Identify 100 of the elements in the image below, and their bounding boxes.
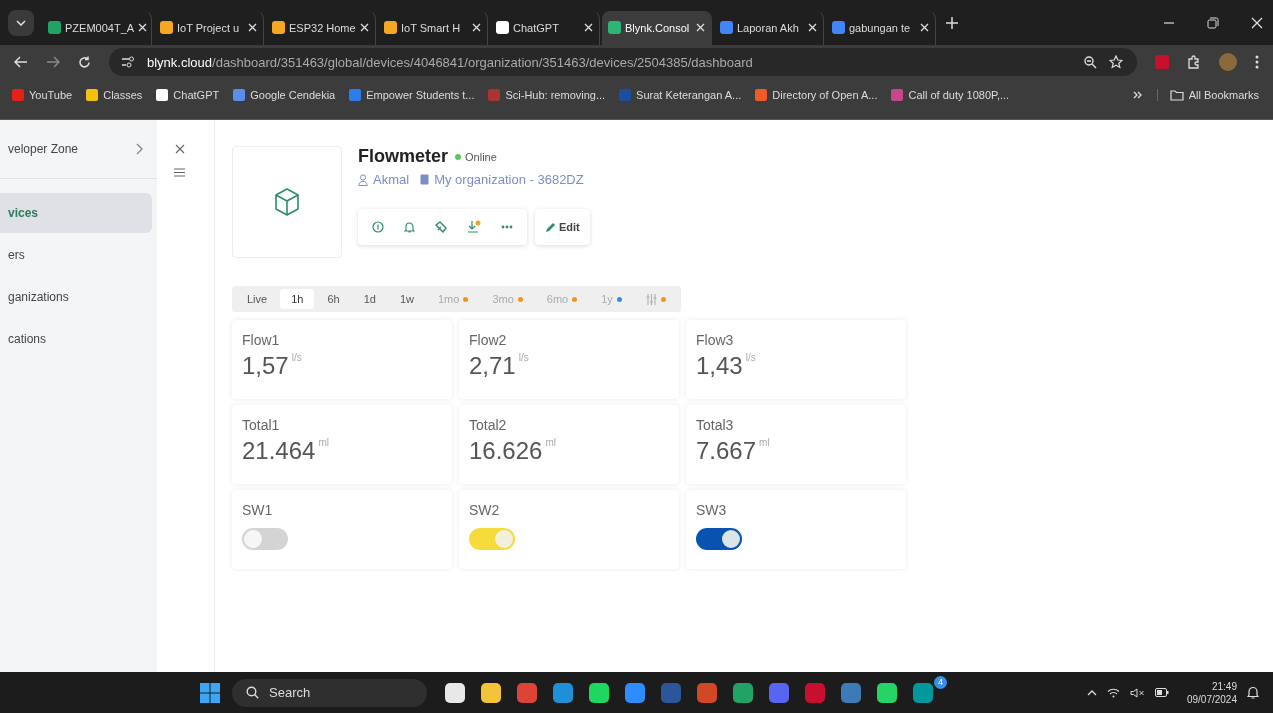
sidebar-item[interactable]: ganizations xyxy=(0,277,152,317)
browser-tab[interactable]: gabungan te xyxy=(826,10,936,45)
favicon-icon xyxy=(608,21,621,34)
bookmark[interactable]: Call of duty 1080P,... xyxy=(891,89,1010,101)
menu-icon[interactable] xyxy=(1255,55,1259,69)
puzzle-icon[interactable] xyxy=(1187,55,1201,69)
favicon-icon xyxy=(160,21,173,34)
toggle-switch[interactable] xyxy=(469,528,515,550)
widget-value: 21.464 xyxy=(242,437,316,465)
start-icon[interactable] xyxy=(200,682,220,703)
taskbar-app-icon[interactable] xyxy=(877,682,897,703)
close-icon[interactable] xyxy=(174,144,185,154)
sidebar-item[interactable]: ers xyxy=(0,235,152,275)
time-range-tab[interactable]: 6h xyxy=(316,289,351,309)
taskbar-app-icon[interactable] xyxy=(589,682,609,703)
widget-label: Flow1 xyxy=(242,332,280,348)
unit-label: l/s xyxy=(518,352,529,363)
bookmark-icon xyxy=(156,89,169,101)
menu-icon[interactable] xyxy=(174,168,185,177)
favicon-icon xyxy=(272,21,285,34)
bookmark[interactable]: Classes xyxy=(86,89,143,101)
browser-tab[interactable]: PZEM004T_A xyxy=(42,10,152,45)
bookmark-icon xyxy=(349,89,362,101)
time-range-tab[interactable]: 1d xyxy=(352,289,387,309)
notification-bell-icon[interactable] xyxy=(1247,686,1259,699)
search-field[interactable]: Search xyxy=(232,678,427,707)
url-text: blynk.cloud/dashboard/351463/global/devices/4046841/organization/351463/devices/2504385/dashboard xyxy=(147,54,754,70)
tab-search-button[interactable] xyxy=(8,9,34,36)
sidebar-item[interactable]: vices xyxy=(0,193,152,233)
bookmark-icon xyxy=(86,89,99,101)
taskbar-app-icon[interactable] xyxy=(481,682,501,703)
bookmark[interactable]: ChatGPT xyxy=(156,89,220,101)
bookmark-icon xyxy=(12,89,24,101)
sidebar-item[interactable]: cations xyxy=(0,319,152,359)
status-text: Online xyxy=(465,150,497,163)
widget-value: 7.667 xyxy=(696,437,757,465)
unit-label: ml xyxy=(759,437,770,448)
bookmark[interactable]: YouTube xyxy=(12,89,73,101)
search-icon xyxy=(246,686,259,699)
bookmark-icon xyxy=(755,89,768,101)
caret-icon xyxy=(16,19,26,26)
clock-time: 21:49 xyxy=(1211,679,1237,693)
sidebar-section[interactable]: veloper Zone xyxy=(0,142,157,179)
favicon-icon xyxy=(720,21,733,34)
muted-speaker-icon[interactable] xyxy=(1129,687,1145,698)
back-icon[interactable] xyxy=(14,56,28,68)
person-icon xyxy=(358,173,368,186)
widget-label: Flow3 xyxy=(696,332,734,348)
browser-tab[interactable]: IoT Smart H xyxy=(378,10,488,45)
device-title: Flowmeter xyxy=(358,146,449,167)
wifi-icon[interactable] xyxy=(1106,687,1120,698)
taskbar-app-icon[interactable] xyxy=(445,682,465,703)
browser-tab[interactable]: ChatGPT xyxy=(490,10,600,45)
zoom-icon[interactable] xyxy=(1084,55,1097,69)
all-bookmarks-button[interactable]: All Bookmarks xyxy=(1156,89,1259,101)
widget-value: 2,71 xyxy=(469,352,516,380)
chevron-right-icon xyxy=(136,143,143,155)
chevron-up-icon[interactable] xyxy=(1086,689,1097,696)
info-icon[interactable] xyxy=(372,221,384,233)
unit-label: ml xyxy=(545,437,556,448)
site-settings-icon[interactable] xyxy=(121,56,135,68)
reload-icon[interactable] xyxy=(78,55,91,69)
bookmark[interactable]: Directory of Open A... xyxy=(755,89,878,101)
bookmark-icon xyxy=(619,89,632,101)
address-bar[interactable]: blynk.cloud/dashboard/351463/global/devices/4046841/organization/351463/devices/2504385/dashboard xyxy=(109,48,1137,76)
bookmark[interactable]: Sci-Hub: removing... xyxy=(488,89,606,101)
unit-label: l/s xyxy=(291,352,302,363)
browser-tab[interactable]: IoT Project u xyxy=(154,10,264,45)
restore-icon[interactable] xyxy=(1207,16,1219,29)
edit-button[interactable]: Edit xyxy=(535,209,590,245)
favicon-icon xyxy=(48,21,61,34)
widget-value: 1,43 xyxy=(696,352,743,380)
toggle-switch[interactable] xyxy=(696,528,742,550)
new-tab-icon[interactable] xyxy=(946,16,958,29)
favicon-icon xyxy=(832,21,845,34)
widget-label: SW1 xyxy=(242,502,273,518)
download-icon[interactable] xyxy=(467,220,481,234)
more-icon[interactable] xyxy=(501,225,513,229)
widget-value: 16.626 xyxy=(469,437,543,465)
star-icon[interactable] xyxy=(1109,55,1123,69)
widget-label: Total3 xyxy=(696,417,734,433)
forward-icon[interactable] xyxy=(46,56,60,68)
clock[interactable]: 21:49 09/07/2024 xyxy=(1186,679,1237,706)
browser-tab[interactable]: Laporan Akh xyxy=(714,10,824,45)
bookmark-icon xyxy=(488,89,501,101)
time-range-tab[interactable]: 1h xyxy=(280,289,315,309)
bookmark[interactable]: Empower Students t... xyxy=(349,89,475,101)
cube-icon xyxy=(274,188,300,216)
widget-label: Flow2 xyxy=(469,332,507,348)
toggle-switch[interactable] xyxy=(242,528,288,550)
time-range-tab[interactable]: 1w xyxy=(388,289,425,309)
bell-icon[interactable] xyxy=(404,221,415,233)
bookmark[interactable]: Surat Keterangan A... xyxy=(619,89,742,101)
browser-tab[interactable]: Blynk.Consol xyxy=(602,10,712,45)
time-range-tab[interactable]: Live xyxy=(236,289,279,309)
bookmark[interactable]: Google Cendekia xyxy=(233,89,336,101)
browser-tab[interactable]: ESP32 Home xyxy=(266,10,376,45)
battery-icon[interactable] xyxy=(1154,688,1169,697)
chevron-icon[interactable] xyxy=(1132,91,1143,99)
widget-label: Total1 xyxy=(242,417,280,433)
